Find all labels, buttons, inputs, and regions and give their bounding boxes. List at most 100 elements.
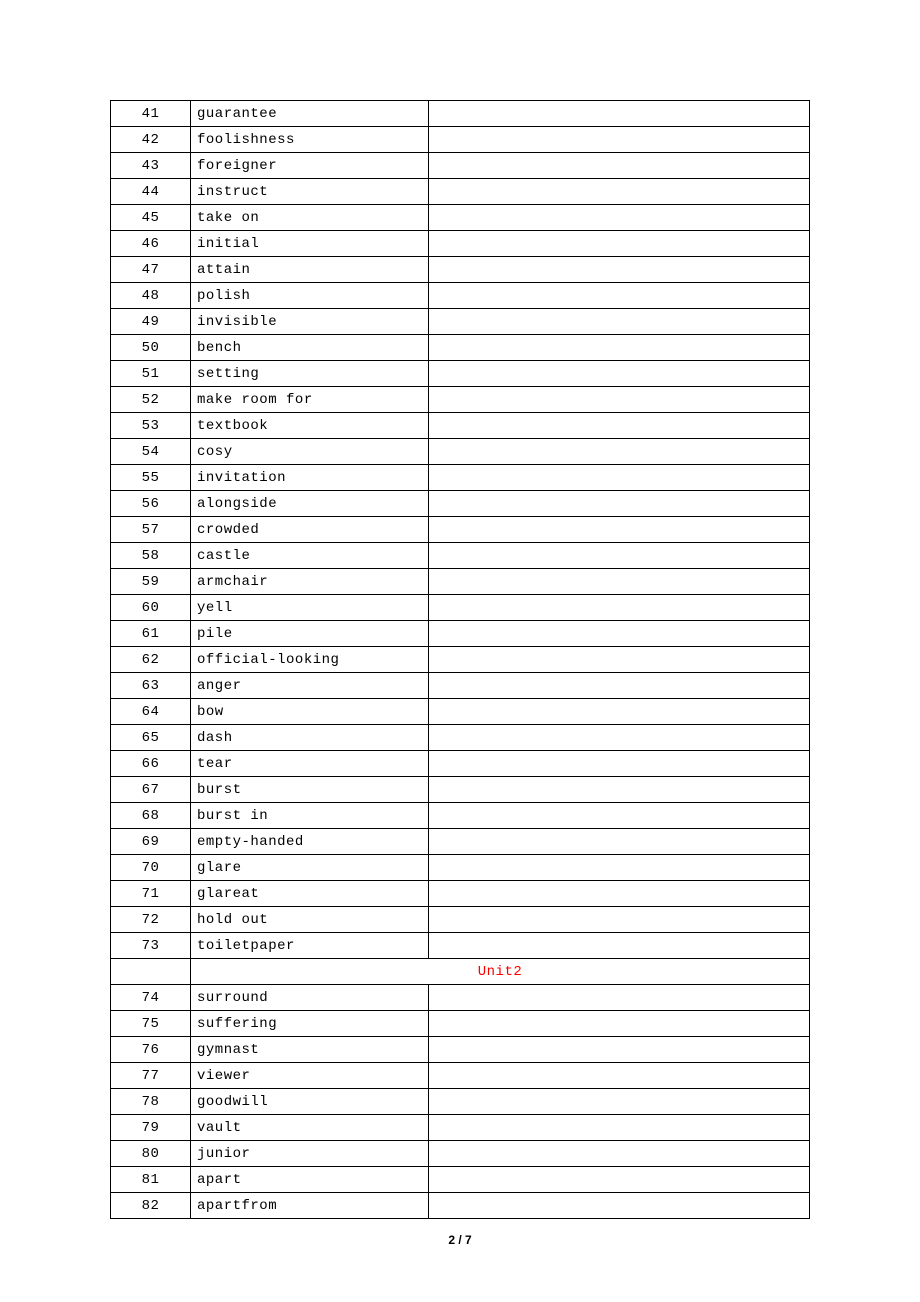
table-row: 55invitation bbox=[111, 465, 810, 491]
vocab-word: empty-handed bbox=[191, 829, 429, 855]
blank-cell bbox=[429, 699, 810, 725]
vocab-word: textbook bbox=[191, 413, 429, 439]
row-number: 49 bbox=[111, 309, 191, 335]
vocab-word: vault bbox=[191, 1115, 429, 1141]
vocab-word: foolishness bbox=[191, 127, 429, 153]
blank-cell bbox=[429, 1037, 810, 1063]
row-number: 52 bbox=[111, 387, 191, 413]
row-number: 78 bbox=[111, 1089, 191, 1115]
blank-cell bbox=[429, 543, 810, 569]
table-row: 75suffering bbox=[111, 1011, 810, 1037]
vocab-word: castle bbox=[191, 543, 429, 569]
table-row: 61pile bbox=[111, 621, 810, 647]
blank-cell bbox=[429, 933, 810, 959]
row-number: 75 bbox=[111, 1011, 191, 1037]
row-number: 50 bbox=[111, 335, 191, 361]
row-number: 59 bbox=[111, 569, 191, 595]
row-number: 81 bbox=[111, 1167, 191, 1193]
row-number: 46 bbox=[111, 231, 191, 257]
row-number: 44 bbox=[111, 179, 191, 205]
blank-cell bbox=[429, 829, 810, 855]
row-number: 74 bbox=[111, 985, 191, 1011]
row-number: 41 bbox=[111, 101, 191, 127]
blank-cell bbox=[429, 569, 810, 595]
row-number: 54 bbox=[111, 439, 191, 465]
vocab-word: instruct bbox=[191, 179, 429, 205]
blank-cell bbox=[429, 387, 810, 413]
blank-cell bbox=[429, 361, 810, 387]
table-row: 42foolishness bbox=[111, 127, 810, 153]
row-number: 45 bbox=[111, 205, 191, 231]
row-number: 76 bbox=[111, 1037, 191, 1063]
table-row: 80junior bbox=[111, 1141, 810, 1167]
blank-cell bbox=[429, 647, 810, 673]
table-row: 48polish bbox=[111, 283, 810, 309]
vocab-word: guarantee bbox=[191, 101, 429, 127]
row-number: 73 bbox=[111, 933, 191, 959]
vocab-word: bench bbox=[191, 335, 429, 361]
table-row: 58castle bbox=[111, 543, 810, 569]
row-number: 66 bbox=[111, 751, 191, 777]
vocab-word: viewer bbox=[191, 1063, 429, 1089]
blank-cell bbox=[429, 101, 810, 127]
row-number: 51 bbox=[111, 361, 191, 387]
blank-cell bbox=[429, 621, 810, 647]
table-row: 77viewer bbox=[111, 1063, 810, 1089]
vocab-word: tear bbox=[191, 751, 429, 777]
blank-cell bbox=[429, 1063, 810, 1089]
table-row: 53textbook bbox=[111, 413, 810, 439]
table-row: Unit2 bbox=[111, 959, 810, 985]
table-row: 66tear bbox=[111, 751, 810, 777]
row-number: 72 bbox=[111, 907, 191, 933]
page-number: 2 / 7 bbox=[0, 1233, 920, 1247]
vocab-word: gymnast bbox=[191, 1037, 429, 1063]
table-row: 72hold out bbox=[111, 907, 810, 933]
row-number bbox=[111, 959, 191, 985]
blank-cell bbox=[429, 335, 810, 361]
vocab-word: dash bbox=[191, 725, 429, 751]
blank-cell bbox=[429, 803, 810, 829]
blank-cell bbox=[429, 439, 810, 465]
document-page: 41guarantee42foolishness43foreigner44ins… bbox=[0, 0, 920, 1302]
table-row: 63anger bbox=[111, 673, 810, 699]
table-row: 43foreigner bbox=[111, 153, 810, 179]
table-row: 71glareat bbox=[111, 881, 810, 907]
vocab-word: apart bbox=[191, 1167, 429, 1193]
blank-cell bbox=[429, 1167, 810, 1193]
row-number: 61 bbox=[111, 621, 191, 647]
vocab-word: initial bbox=[191, 231, 429, 257]
row-number: 68 bbox=[111, 803, 191, 829]
vocab-word: glareat bbox=[191, 881, 429, 907]
vocab-word: apartfrom bbox=[191, 1193, 429, 1219]
vocab-word: crowded bbox=[191, 517, 429, 543]
blank-cell bbox=[429, 413, 810, 439]
blank-cell bbox=[429, 1141, 810, 1167]
table-row: 51setting bbox=[111, 361, 810, 387]
unit-header: Unit2 bbox=[191, 959, 810, 985]
blank-cell bbox=[429, 205, 810, 231]
vocab-word: make room for bbox=[191, 387, 429, 413]
vocab-word: suffering bbox=[191, 1011, 429, 1037]
vocab-word: setting bbox=[191, 361, 429, 387]
row-number: 60 bbox=[111, 595, 191, 621]
blank-cell bbox=[429, 725, 810, 751]
table-row: 81apart bbox=[111, 1167, 810, 1193]
blank-cell bbox=[429, 1089, 810, 1115]
table-row: 46initial bbox=[111, 231, 810, 257]
blank-cell bbox=[429, 257, 810, 283]
table-row: 70glare bbox=[111, 855, 810, 881]
row-number: 63 bbox=[111, 673, 191, 699]
blank-cell bbox=[429, 283, 810, 309]
blank-cell bbox=[429, 907, 810, 933]
row-number: 58 bbox=[111, 543, 191, 569]
blank-cell bbox=[429, 491, 810, 517]
table-row: 67burst bbox=[111, 777, 810, 803]
vocab-word: invitation bbox=[191, 465, 429, 491]
row-number: 70 bbox=[111, 855, 191, 881]
row-number: 56 bbox=[111, 491, 191, 517]
row-number: 69 bbox=[111, 829, 191, 855]
table-row: 54cosy bbox=[111, 439, 810, 465]
table-row: 69empty-handed bbox=[111, 829, 810, 855]
vocab-word: alongside bbox=[191, 491, 429, 517]
blank-cell bbox=[429, 465, 810, 491]
